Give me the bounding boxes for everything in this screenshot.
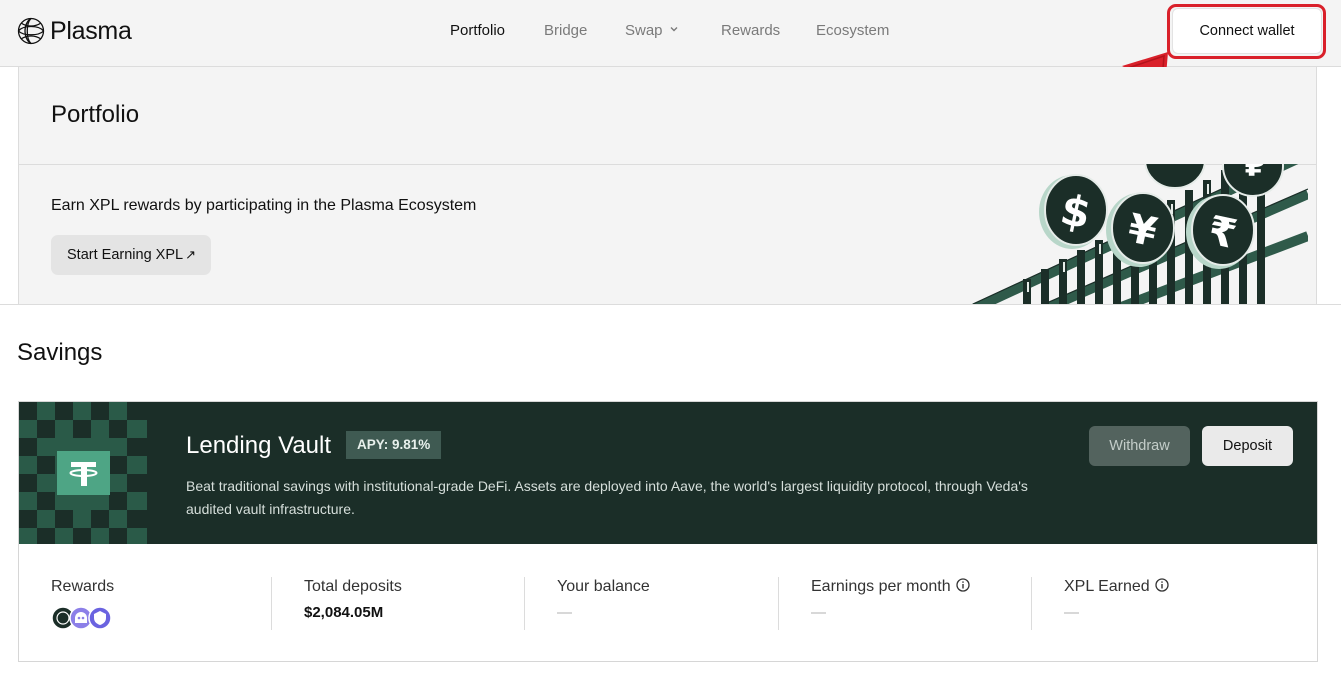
info-icon[interactable] [1155, 578, 1169, 592]
stat-earnings-per-month: Earnings per month — [811, 578, 970, 632]
nav-swap-label: Swap [625, 22, 663, 39]
external-arrow-icon: ↗ [185, 247, 196, 262]
connect-wallet-button[interactable]: Connect wallet [1172, 8, 1322, 54]
stat-separator [1031, 577, 1032, 630]
nav-ecosystem[interactable]: Ecosystem [816, 22, 889, 39]
nav-rewards[interactable]: Rewards [721, 22, 780, 39]
stat-separator [271, 577, 272, 630]
withdraw-button[interactable]: Withdraw [1089, 426, 1190, 466]
earn-rewards-text: Earn XPL rewards by participating in the… [51, 197, 477, 214]
portfolio-panel: Portfolio Earn XPL rewards by participat… [18, 67, 1317, 304]
page-title: Portfolio [51, 101, 140, 128]
stat-earnings-label: Earnings per month [811, 578, 951, 595]
deposit-button[interactable]: Deposit [1202, 426, 1293, 466]
section-divider [0, 304, 1341, 305]
stat-xpl-label-row: XPL Earned [1064, 578, 1169, 596]
stat-earnings-label-row: Earnings per month [811, 578, 970, 596]
savings-heading: Savings [17, 339, 103, 366]
stat-total-deposits-value: $2,084.05M [304, 604, 384, 621]
start-earning-button[interactable]: Start Earning XPL ↗ [51, 235, 211, 275]
stat-earnings-value: — [811, 604, 826, 621]
nav-swap[interactable]: Swap [625, 22, 679, 39]
stat-balance-label: Your balance [557, 578, 650, 595]
stat-separator [778, 577, 779, 630]
stat-xpl-earned: XPL Earned — [1064, 578, 1169, 632]
main-nav: Portfolio Bridge Swap Rewards Ecosystem [0, 22, 1341, 42]
tether-vault-icon [19, 402, 147, 544]
nav-portfolio[interactable]: Portfolio [450, 22, 505, 39]
stat-balance-value: — [557, 604, 572, 621]
reward-tokens-icon [51, 606, 112, 630]
stat-xpl-label: XPL Earned [1064, 578, 1150, 595]
stat-your-balance: Your balance — [557, 578, 650, 632]
start-earning-label: Start Earning XPL [67, 247, 184, 263]
vault-name: Lending Vault [186, 432, 332, 459]
info-icon[interactable] [955, 578, 970, 592]
svg-text:₽: ₽ [1245, 164, 1266, 184]
vault-description: Beat traditional savings with institutio… [186, 478, 1028, 517]
stat-total-deposits-label: Total deposits [304, 578, 402, 595]
top-nav-bar: Plasma Portfolio Bridge Swap Rewards Eco… [0, 0, 1341, 67]
nav-bridge[interactable]: Bridge [544, 22, 587, 39]
stat-separator [524, 577, 525, 630]
stat-total-deposits: Total deposits $2,084.05M [304, 578, 402, 632]
currency-coins-illustration: $ ¥ ₹ ₽ [971, 164, 1308, 304]
chevron-down-icon [670, 27, 678, 32]
stat-rewards-label: Rewards [51, 578, 115, 595]
vault-header: Lending Vault APY: 9.81% Beat traditiona… [19, 402, 1317, 544]
apy-badge: APY: 9.81% [346, 431, 442, 459]
lending-vault-card: Lending Vault APY: 9.81% Beat traditiona… [18, 401, 1318, 662]
stat-xpl-value: — [1064, 604, 1079, 621]
